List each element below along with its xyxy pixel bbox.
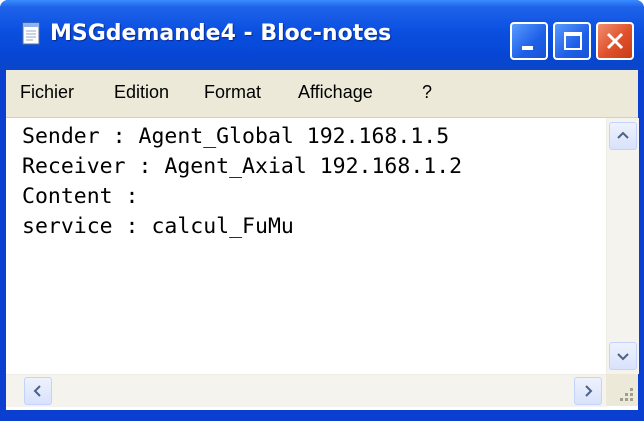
scroll-down-button[interactable]	[609, 342, 637, 370]
maximize-icon	[564, 32, 582, 50]
text-content[interactable]: Sender : Agent_Global 192.168.1.5 Receiv…	[22, 122, 602, 372]
minimize-icon	[522, 46, 533, 50]
editor-area: Sender : Agent_Global 192.168.1.5 Receiv…	[6, 118, 639, 415]
scroll-right-button[interactable]	[574, 377, 602, 405]
notepad-window: MSGdemande4 - Bloc-notes Fichier Edition…	[0, 0, 644, 421]
menu-edition[interactable]: Edition	[114, 81, 169, 103]
resize-grip-icon	[620, 388, 633, 401]
scroll-up-button[interactable]	[609, 122, 637, 150]
minimize-button[interactable]	[510, 22, 548, 60]
maximize-button[interactable]	[553, 22, 591, 60]
menu-affichage[interactable]: Affichage	[298, 81, 373, 103]
close-button[interactable]	[596, 22, 634, 60]
close-icon	[606, 32, 624, 50]
chevron-down-icon	[617, 353, 629, 361]
resize-grip[interactable]	[606, 374, 638, 406]
vertical-scrollbar[interactable]	[606, 118, 639, 374]
menu-help[interactable]: ?	[422, 81, 432, 103]
menu-fichier[interactable]: Fichier	[20, 81, 74, 103]
horizontal-scrollbar[interactable]	[6, 374, 606, 407]
notepad-icon[interactable]	[20, 22, 42, 46]
chevron-right-icon	[585, 385, 593, 397]
chevron-up-icon	[617, 131, 629, 139]
chevron-left-icon	[33, 385, 41, 397]
title-bar[interactable]: MSGdemande4 - Bloc-notes	[0, 0, 644, 70]
scroll-left-button[interactable]	[24, 377, 52, 405]
window-title: MSGdemande4 - Bloc-notes	[50, 21, 392, 46]
menu-format[interactable]: Format	[204, 81, 261, 103]
window-bottom-border	[0, 410, 644, 421]
menu-bar: Fichier Edition Format Affichage ?	[6, 70, 638, 118]
